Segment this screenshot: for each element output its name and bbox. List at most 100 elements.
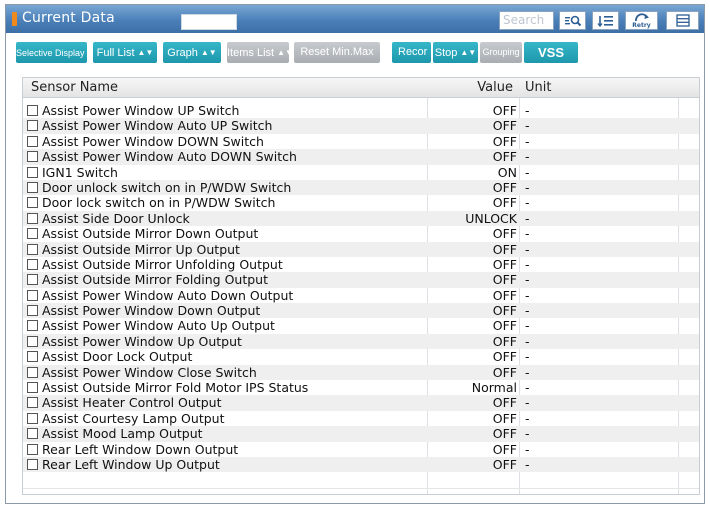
table-row[interactable]: Door lock switch on in P/WDW Switch OFF -: [23, 195, 699, 210]
table-row[interactable]: Rear Left Window Up Output OFF -: [23, 456, 699, 473]
row-checkbox[interactable]: [27, 120, 38, 132]
record-label: Recor: [398, 46, 428, 58]
sensor-name-label: Assist Outside Mirror Down Output: [42, 226, 259, 242]
row-checkbox[interactable]: [27, 351, 38, 363]
sort-list-button[interactable]: [592, 11, 619, 30]
table-row[interactable]: Assist Power Window Close Switch OFF -: [23, 364, 699, 381]
row-checkbox[interactable]: [27, 243, 38, 255]
value-cell: OFF: [492, 149, 517, 165]
unit-cell: -: [525, 133, 530, 149]
row-checkbox[interactable]: [27, 382, 38, 394]
vss-button[interactable]: VSS: [524, 42, 578, 63]
row-checkbox[interactable]: [27, 320, 38, 332]
table-row[interactable]: Assist Mood Lamp Output OFF -: [23, 426, 699, 442]
graph-dropdown[interactable]: Graph ▲▼: [163, 42, 221, 63]
row-checkbox[interactable]: [27, 428, 38, 440]
title-input-box[interactable]: [181, 14, 237, 30]
row-checkbox[interactable]: [27, 274, 38, 286]
row-checkbox[interactable]: [27, 135, 38, 147]
unit-cell: -: [525, 303, 530, 319]
reset-min-max-button[interactable]: Reset Min.Max: [294, 42, 380, 63]
sensor-name-label: Assist Power Window Auto Up Output: [42, 318, 275, 334]
sensor-name-cell: Assist Outside Mirror Up Output: [27, 242, 240, 257]
row-checkbox[interactable]: [27, 258, 38, 270]
table-row[interactable]: Assist Door Lock Output OFF -: [23, 349, 699, 364]
table-row[interactable]: Assist Courtesy Lamp Output OFF -: [23, 411, 699, 426]
row-checkbox[interactable]: [27, 397, 38, 409]
row-checkbox[interactable]: [27, 305, 38, 317]
table-row[interactable]: Assist Side Door Unlock UNLOCK -: [23, 210, 699, 227]
menu-button[interactable]: [666, 11, 699, 30]
sensor-name-cell: IGN1 Switch: [27, 165, 118, 180]
value-cell: UNLOCK: [465, 210, 517, 226]
toolbar: Selective Display▲▼ Full List▲▼ Graph▲▼ …: [6, 33, 704, 71]
unit-cell: -: [525, 256, 530, 272]
stop-dropdown[interactable]: Stop ▲▼: [433, 42, 478, 63]
value-cell: OFF: [492, 241, 517, 257]
sensor-name-label: Door lock switch on in P/WDW Switch: [42, 195, 276, 211]
sensor-name-label: Assist Power Window DOWN Switch: [42, 133, 264, 149]
table-row[interactable]: Assist Power Window Auto DOWN Switch OFF -: [23, 149, 699, 165]
full-list-dropdown[interactable]: Full List ▲▼: [93, 42, 157, 63]
value-cell: OFF: [492, 364, 517, 380]
table-row[interactable]: Assist Power Window Auto Down Output OFF -: [23, 288, 699, 303]
search-input[interactable]: Search: [499, 11, 554, 30]
table-row[interactable]: Assist Outside Mirror Down Output OFF -: [23, 226, 699, 241]
table-row[interactable]: IGN1 Switch ON -: [23, 165, 699, 180]
table-row[interactable]: Assist Outside Mirror Folding Output OFF -: [23, 272, 699, 288]
value-cell: Normal: [471, 380, 517, 396]
unit-cell: -: [525, 395, 530, 411]
selective-display-dropdown[interactable]: Selective Display▲▼: [16, 42, 87, 63]
sensor-name-label: Assist Outside Mirror Up Output: [42, 241, 240, 257]
items-list-dropdown[interactable]: Items List ▲▼: [227, 42, 289, 63]
value-cell: OFF: [492, 395, 517, 411]
sensor-name-label: Assist Outside Mirror Fold Motor IPS Sta…: [42, 380, 309, 396]
table-row[interactable]: Assist Power Window Auto UP Switch OFF -: [23, 118, 699, 134]
title-bar: Current Data Search Retry: [6, 5, 704, 33]
table-row[interactable]: Assist Outside Mirror Fold Motor IPS Sta…: [23, 380, 699, 395]
search-button[interactable]: [559, 11, 586, 30]
table-row[interactable]: Assist Power Window Auto Up Output OFF -: [23, 318, 699, 333]
table-row[interactable]: Assist Outside Mirror Unfolding Output OF…: [23, 257, 699, 272]
value-cell: OFF: [492, 133, 517, 149]
value-cell: OFF: [492, 349, 517, 365]
table-row[interactable]: Assist Power Window UP Switch OFF -: [23, 103, 699, 118]
row-checkbox[interactable]: [27, 335, 38, 347]
row-checkbox[interactable]: [27, 105, 38, 116]
header-value[interactable]: Value: [429, 80, 513, 95]
row-checkbox[interactable]: [27, 289, 38, 301]
header-sensor-name[interactable]: Sensor Name: [31, 80, 118, 95]
unit-cell: -: [525, 272, 530, 288]
row-checkbox[interactable]: [27, 228, 38, 240]
row-checkbox[interactable]: [27, 412, 38, 424]
value-cell: OFF: [492, 456, 517, 472]
record-button[interactable]: Recor: [392, 42, 431, 63]
unit-cell: -: [525, 318, 530, 334]
table-row[interactable]: Assist Power Window Down Output OFF -: [23, 303, 699, 319]
row-checkbox[interactable]: [27, 151, 38, 163]
table-row[interactable]: Rear Left Window Down Output OFF -: [23, 442, 699, 457]
grouping-button[interactable]: Grouping: [480, 42, 522, 63]
table-row[interactable]: Assist Outside Mirror Up Output OFF -: [23, 241, 699, 257]
value-cell: OFF: [492, 179, 517, 195]
row-checkbox[interactable]: [27, 212, 38, 224]
unit-cell: -: [525, 103, 530, 118]
row-checkbox[interactable]: [27, 366, 38, 378]
header-unit[interactable]: Unit: [525, 80, 551, 95]
row-checkbox[interactable]: [27, 458, 38, 470]
sensor-name-cell: Assist Mood Lamp Output: [27, 426, 203, 441]
row-checkbox[interactable]: [27, 166, 38, 178]
table-row[interactable]: Assist Power Window DOWN Switch OFF -: [23, 134, 699, 149]
row-checkbox[interactable]: [27, 443, 38, 455]
value-cell: ON: [497, 164, 517, 180]
title-accent-marker: [12, 12, 17, 26]
retry-button[interactable]: Retry: [625, 11, 658, 30]
table-row[interactable]: Assist Power Window Up Output OFF -: [23, 333, 699, 350]
table-row[interactable]: Door unlock switch on in P/WDW Switch OFF…: [23, 179, 699, 196]
row-checkbox[interactable]: [27, 181, 38, 193]
row-checkbox[interactable]: [27, 197, 38, 209]
sensor-name-cell: Assist Outside Mirror Folding Output: [27, 272, 268, 287]
sensor-name-cell: Assist Power Window DOWN Switch: [27, 134, 264, 149]
table-row[interactable]: Assist Heater Control Output OFF -: [23, 395, 699, 411]
value-cell: OFF: [492, 410, 517, 426]
